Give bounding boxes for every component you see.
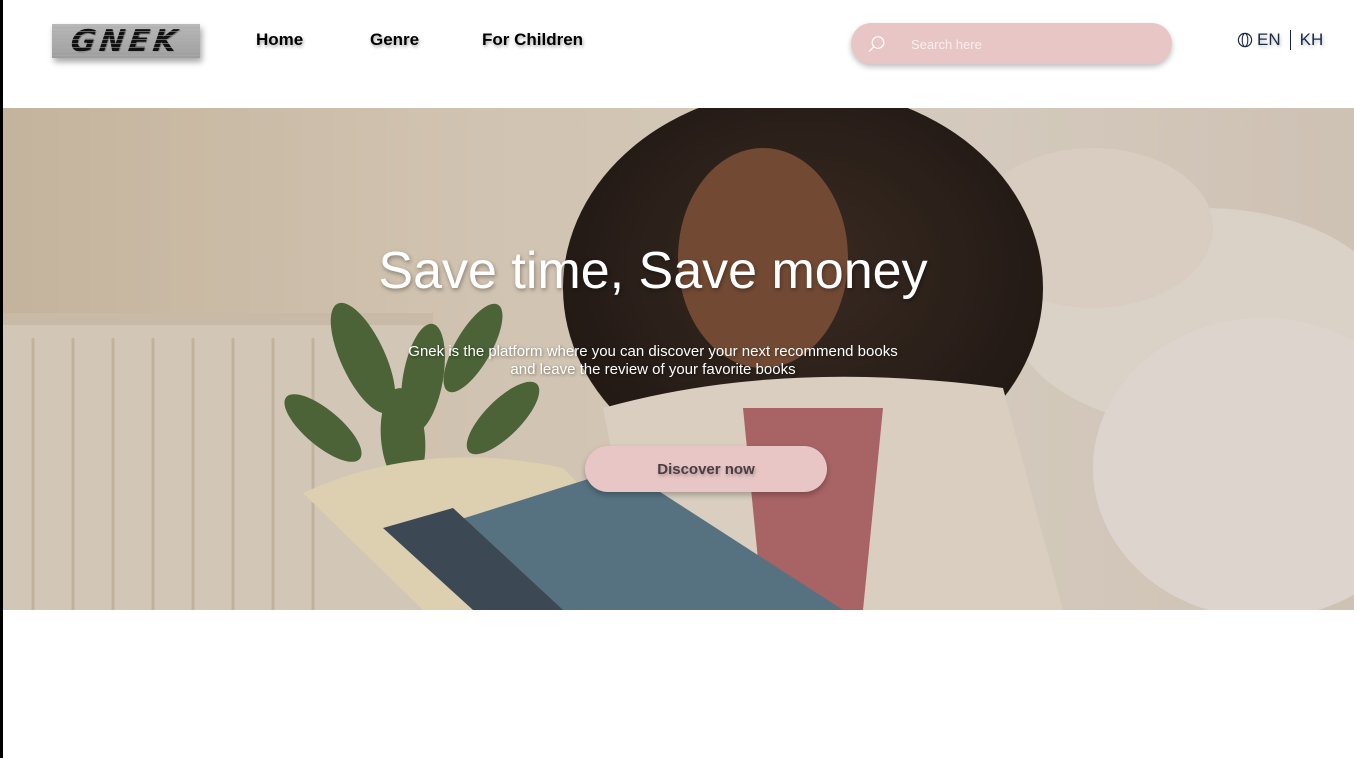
globe-icon [1237, 32, 1253, 48]
site-logo[interactable]: GNEK [52, 24, 200, 58]
language-option-kh[interactable]: KH [1300, 30, 1324, 50]
language-divider [1289, 30, 1291, 50]
language-option-en[interactable]: EN [1257, 30, 1281, 50]
hero-title: Save time, Save money [378, 242, 928, 300]
language-switcher: EN KH [1237, 30, 1323, 50]
nav-home-link[interactable]: Home [256, 30, 303, 50]
hero-subtitle: Gnek is the platform where you can disco… [3, 343, 1354, 379]
search-input[interactable] [909, 32, 1153, 56]
search-bar[interactable] [851, 23, 1172, 64]
discover-now-button[interactable]: Discover now [585, 446, 827, 492]
top-navigation-bar: GNEK Home Genre For Children EN KH [3, 0, 1354, 108]
nav-genre-link[interactable]: Genre [370, 30, 419, 50]
nav-for-children-link[interactable]: For Children [482, 30, 583, 50]
hero-subtitle-line-2: and leave the review of your favorite bo… [510, 361, 796, 378]
search-icon[interactable] [868, 35, 886, 53]
hero-banner: Save time, Save money Gnek is the platfo… [3, 108, 1354, 610]
logo-wordmark: GNEK [68, 24, 184, 58]
hero-subtitle-line-1: Gnek is the platform where you can disco… [408, 343, 898, 360]
